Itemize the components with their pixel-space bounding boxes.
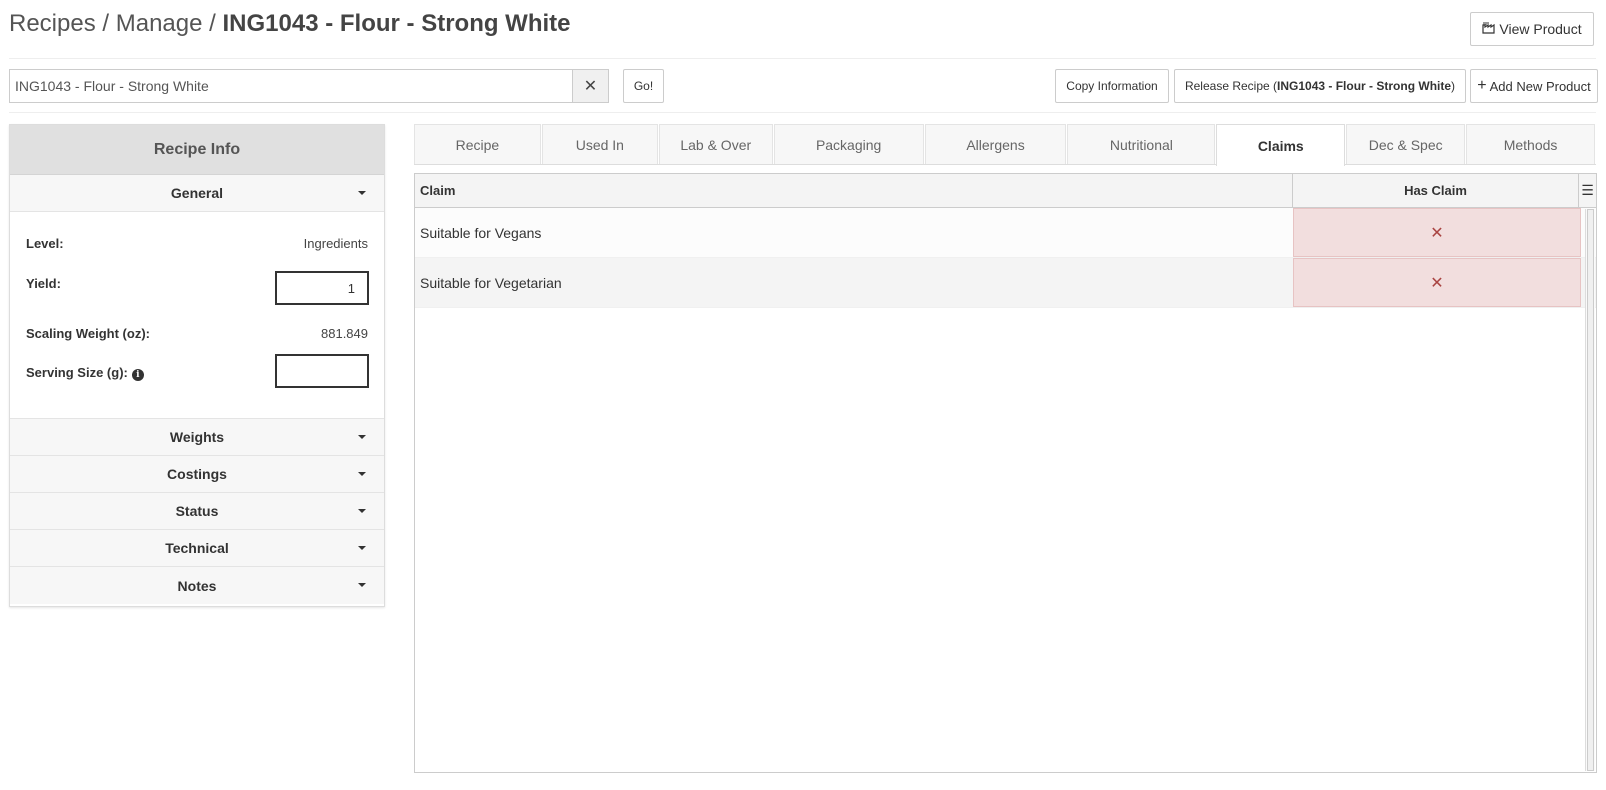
release-suffix: ) xyxy=(1451,79,1456,93)
serving-size-input[interactable] xyxy=(275,354,369,388)
view-product-label: View Product xyxy=(1499,21,1582,37)
go-button[interactable]: Go! xyxy=(623,69,664,103)
release-recipe-button[interactable]: Release Recipe (ING1043 - Flour - Strong… xyxy=(1174,69,1466,103)
breadcrumb-current: ING1043 - Flour - Strong White xyxy=(222,10,571,37)
add-new-product-label: Add New Product xyxy=(1489,78,1591,94)
cross-icon: ✕ xyxy=(1430,224,1444,242)
general-section-body: Level: Ingredients Yield: Scaling Weight… xyxy=(10,212,384,419)
scaling-weight-value: 881.849 xyxy=(321,326,368,341)
breadcrumb-manage[interactable]: Manage xyxy=(116,10,203,37)
accordion-technical-label: Technical xyxy=(165,540,229,556)
copy-information-button[interactable]: Copy Information xyxy=(1055,69,1169,103)
serving-size-text: Serving Size (g): xyxy=(26,365,128,380)
level-value: Ingredients xyxy=(303,236,368,251)
table-row[interactable]: Suitable for Vegans ✕ xyxy=(415,208,1596,258)
tab-used-in[interactable]: Used In xyxy=(541,124,658,164)
column-header-has-claim[interactable]: Has Claim xyxy=(1293,174,1579,207)
accordion-general[interactable]: General xyxy=(10,175,384,212)
clear-search-button[interactable]: ✕ xyxy=(572,70,608,102)
accordion-costings[interactable]: Costings xyxy=(10,456,384,493)
recipe-search: ✕ xyxy=(9,69,609,103)
accordion-costings-label: Costings xyxy=(167,466,227,482)
view-product-button[interactable]: View Product xyxy=(1470,12,1594,46)
grid-header: Claim Has Claim ☰ xyxy=(415,174,1596,208)
yield-input[interactable] xyxy=(275,271,369,305)
yield-label: Yield: xyxy=(26,276,61,291)
accordion-status[interactable]: Status xyxy=(10,493,384,530)
recipe-tabs: Recipe Used In Lab & Over Packaging Alle… xyxy=(414,124,1596,166)
tab-nutritional[interactable]: Nutritional xyxy=(1067,124,1216,164)
accordion-technical[interactable]: Technical xyxy=(10,530,384,567)
caret-down-icon xyxy=(358,472,366,476)
divider xyxy=(9,58,1596,59)
factory-icon xyxy=(1482,21,1496,37)
accordion-weights[interactable]: Weights xyxy=(10,419,384,456)
recipe-info-title: Recipe Info xyxy=(10,125,384,175)
release-prefix: Release Recipe ( xyxy=(1184,79,1278,93)
page-title: Recipes / Manage / ING1043 - Flour - Str… xyxy=(9,10,571,38)
tab-allergens[interactable]: Allergens xyxy=(924,124,1067,164)
accordion-notes-label: Notes xyxy=(177,577,217,594)
has-claim-cell[interactable]: ✕ xyxy=(1293,258,1581,307)
caret-down-icon xyxy=(358,435,366,439)
info-icon[interactable]: i xyxy=(131,369,144,381)
accordion-notes[interactable]: Notes xyxy=(10,567,384,604)
breadcrumb-separator: / xyxy=(102,10,110,37)
hamburger-menu-icon: ☰ xyxy=(1581,182,1594,198)
cross-icon: ✕ xyxy=(1430,274,1444,292)
tab-claims[interactable]: Claims xyxy=(1216,124,1346,166)
tab-methods[interactable]: Methods xyxy=(1466,124,1596,164)
breadcrumb-recipes[interactable]: Recipes xyxy=(9,10,96,37)
caret-down-icon xyxy=(358,546,366,550)
tab-packaging[interactable]: Packaging xyxy=(773,124,924,164)
close-icon: ✕ xyxy=(583,78,598,95)
vertical-scrollbar[interactable] xyxy=(1585,209,1595,771)
accordion-weights-label: Weights xyxy=(169,429,225,445)
breadcrumb-separator: / xyxy=(209,10,216,37)
accordion-status-label: Status xyxy=(175,503,219,519)
claim-cell: Suitable for Vegetarian xyxy=(420,274,562,291)
recipe-search-input[interactable] xyxy=(10,70,572,102)
scrollbar-thumb[interactable] xyxy=(1587,209,1594,771)
claims-grid: Claim Has Claim ☰ Suitable for Vegans ✕ … xyxy=(414,173,1597,773)
caret-down-icon xyxy=(358,509,366,513)
tab-dec-spec[interactable]: Dec & Spec xyxy=(1346,124,1466,164)
claim-cell: Suitable for Vegans xyxy=(420,224,542,241)
column-header-claim[interactable]: Claim xyxy=(415,174,1293,207)
has-claim-cell[interactable]: ✕ xyxy=(1293,208,1581,257)
caret-down-icon xyxy=(358,191,366,195)
caret-down-icon xyxy=(358,583,366,587)
tab-lab-over[interactable]: Lab & Over xyxy=(658,124,773,164)
recipe-info-panel: Recipe Info General Level: Ingredients Y… xyxy=(9,124,385,607)
release-recipe-name: ING1043 - Flour - Strong White xyxy=(1277,79,1452,93)
scaling-weight-label: Scaling Weight (oz): xyxy=(26,326,150,341)
level-label: Level: xyxy=(26,236,64,251)
add-new-product-button[interactable]: + Add New Product xyxy=(1470,69,1598,103)
column-menu-button[interactable]: ☰ xyxy=(1579,174,1596,207)
serving-size-label: Serving Size (g): i xyxy=(26,365,144,381)
accordion-general-label: General xyxy=(170,185,224,201)
divider xyxy=(9,112,1596,113)
table-row[interactable]: Suitable for Vegetarian ✕ xyxy=(415,258,1596,308)
plus-icon: + xyxy=(1477,77,1487,94)
tab-recipe[interactable]: Recipe xyxy=(414,124,541,164)
